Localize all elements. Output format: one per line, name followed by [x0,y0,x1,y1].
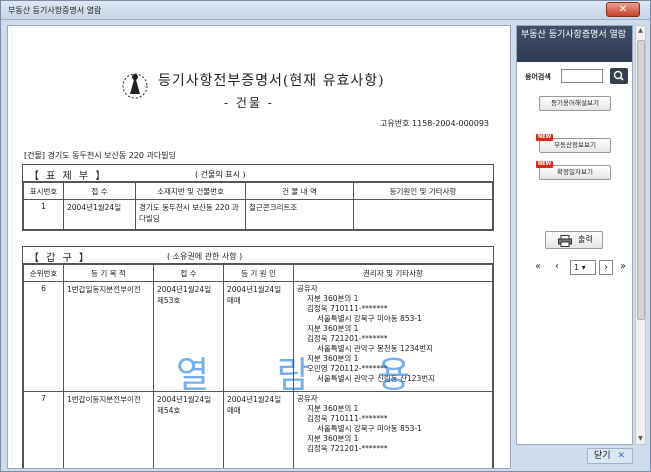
building-line: [건물] 경기도 동두천시 보산동 220 과다빌딩 [24,151,176,160]
cell [353,199,493,230]
pyojebu-subtitle: ( 건물의 표시 ) [195,170,246,179]
cell: 1번갑일동지분전부이전 [63,281,154,392]
col-header: 접 수 [153,264,224,282]
rights-line: 서울특별시 강북구 미아동 853-1 [317,314,422,323]
sidebar-panel: 부동산 등기사항증명서 열람 용어검색 등기용어해설보기 NEW 부동산정보보기… [516,25,633,445]
app-window: 부동산 등기사항증명서 열람 ✕ 등기사항전부증명서(현재 유효사항) - 건물… [0,0,651,472]
table-row: 1 2004년1월24일 경기도 동두천시 보산동 220 과다빌딩 철근콘크리… [23,199,493,230]
cell: 2004년1월24일 제54호 [153,391,224,468]
rights-line: 김정욱 710111-******* [307,304,388,313]
cell: 경기도 동두천시 보산동 220 과다빌딩 [135,199,246,230]
new-badge: NEW [536,134,554,141]
cell: 7 [23,391,64,468]
registry-logo-icon [122,73,148,99]
close-button[interactable]: 닫기 ✕ [587,448,633,464]
last-page-icon[interactable]: » [616,260,630,275]
pyojebu-header: 【 표 제 부 】 ( 건물의 표시 ) [23,165,493,182]
rights-line: 김정욱 721201-******* [307,444,388,453]
col-header: 권리자 및 기타사항 [293,264,493,282]
rights-line: 지분 360분의 1 [307,404,359,413]
print-button[interactable]: 출력 [545,231,603,249]
col-header: 등기원인 및 기타사항 [353,182,493,200]
page-select[interactable]: 1 ▾ [570,260,596,275]
cell: 1 [23,199,64,230]
cell: 1번갑이동지분전부이전 [63,391,154,468]
document-title: 등기사항전부증명서(현재 유효사항) [158,73,385,89]
first-page-icon[interactable]: « [531,260,545,275]
table-row: 7 1번갑이동지분전부이전 2004년1월24일 제54호 2004년1월24일… [23,391,493,468]
col-header: 접 수 [63,182,136,200]
rights-cell: 공유자 지분 360분의 1 김정욱 710111-******* 서울특별시 … [293,391,493,468]
rights-line: 지분 360분의 1 [307,294,359,303]
col-header: 등 기 목 적 [63,264,154,282]
col-header: 등 기 원 인 [223,264,294,282]
search-label: 용어검색 [525,73,551,81]
new-badge: NEW [536,161,554,168]
confirm-date-label: 확정일자보기 [557,168,593,176]
cell: 철근콘크리트조 [245,199,354,230]
scroll-thumb[interactable] [637,40,645,320]
cell: 2004년1월24일 [63,199,136,230]
window-close-button[interactable]: ✕ [606,2,640,17]
gapgu-subtitle: ( 소유권에 관한 사항 ) [167,252,243,261]
real-estate-info-button[interactable]: NEW 부동산정보보기 [536,134,611,153]
col-header: 표시번호 [23,182,64,200]
gapgu-title: 【 갑 구 】 [29,253,91,264]
scroll-up-icon[interactable]: ▲ [636,26,645,36]
rights-line: 공유자 [297,284,318,293]
search-icon [613,70,624,81]
confirm-date-button[interactable]: NEW 확정일자보기 [536,161,611,180]
rights-line: 김정욱 721201-******* [307,334,388,343]
window-title: 부동산 등기사항증명서 열람 [8,6,102,15]
pyojebu-section: 【 표 제 부 】 ( 건물의 표시 ) 표시번호 접 수 소재지번 및 건물번… [22,164,494,231]
rights-line: 지분 360분의 1 [307,324,359,333]
printer-icon [558,235,572,247]
rights-line: 서울특별시 강북구 미아동 853-1 [317,424,422,433]
title-bar: 부동산 등기사항증명서 열람 ✕ [1,1,650,20]
col-header: 건 물 내 역 [245,182,354,200]
glossary-button[interactable]: 등기용어해설보기 [539,96,611,111]
rights-line: 김정욱 710111-******* [307,414,388,423]
sidebar-heading: 부동산 등기사항증명서 열람 [517,26,632,62]
next-page-icon[interactable]: › [599,260,613,275]
search-input[interactable] [561,69,603,83]
page-value: 1 [574,263,580,272]
pyojebu-table: 표시번호 접 수 소재지번 및 건물번호 건 물 내 역 등기원인 및 기타사항… [23,182,493,230]
vertical-scrollbar[interactable]: ▲ ▼ [635,25,646,445]
scroll-down-icon[interactable]: ▼ [636,434,645,444]
search-button[interactable] [610,68,628,84]
prev-page-icon[interactable]: ‹ [550,260,564,275]
cell: 2004년1월24일 매매 [223,391,294,468]
watermark-text: 열 람 용 [176,355,439,396]
document-viewer[interactable]: 등기사항전부증명서(현재 유효사항) - 건물 - 고유번호 1158-2004… [7,25,511,469]
close-icon: ✕ [617,451,625,461]
cell: 6 [23,281,64,392]
col-header: 소재지번 및 건물번호 [135,182,246,200]
document-subtitle: - 건물 - [224,96,274,110]
rights-line: 지분 360분의 1 [307,434,359,443]
real-estate-info-label: 부동산정보보기 [554,141,596,149]
close-label: 닫기 [594,451,611,461]
gapgu-header: 【 갑 구 】 ( 소유권에 관한 사항 ) [23,247,493,264]
pyojebu-title: 【 표 제 부 】 [29,171,108,182]
registration-number: 고유번호 1158-2004-000093 [380,119,490,128]
col-header: 순위번호 [23,264,64,282]
print-label: 출력 [578,235,593,244]
